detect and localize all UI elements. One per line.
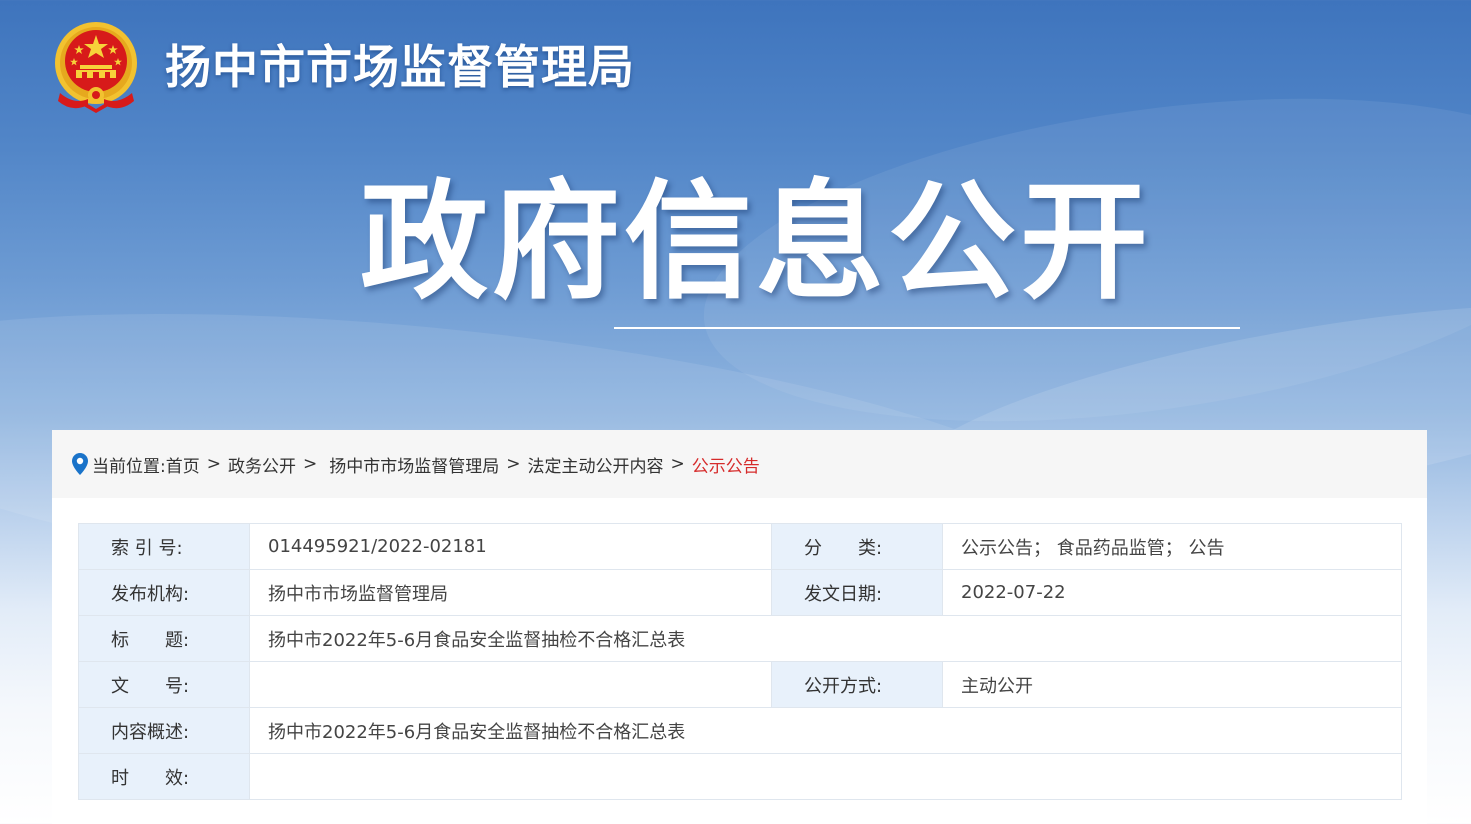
breadcrumb-home-link[interactable]: 首页	[166, 452, 200, 477]
breadcrumb-gov-affairs-link[interactable]: 政务公开	[228, 452, 296, 477]
national-emblem-icon[interactable]	[52, 21, 140, 115]
breadcrumb-separator: >	[670, 454, 685, 474]
breadcrumb-separator: >	[206, 454, 221, 474]
breadcrumb-separator: >	[506, 454, 521, 474]
title-value: 扬中市2022年5-6月食品安全监督抽检不合格汇总表	[249, 615, 1402, 662]
content-panel: 当前位置: 首页 > 政务公开 > 扬中市市场监督管理局 > 法定主动公开内容 …	[52, 430, 1427, 824]
breadcrumb-current-notices[interactable]: 公示公告	[692, 452, 760, 477]
site-header: 扬中市市场监督管理局	[52, 20, 635, 116]
table-row: 文 号: 公开方式: 主动公开	[78, 661, 1402, 708]
document-info-table: 索 引 号: 014495921/2022-02181 分 类: 公示公告； 食…	[78, 523, 1402, 800]
breadcrumb-prefix: 当前位置:	[92, 456, 166, 477]
table-row: 标 题: 扬中市2022年5-6月食品安全监督抽检不合格汇总表	[78, 615, 1402, 662]
category-label: 分 类:	[771, 523, 943, 570]
location-pin-icon	[72, 453, 88, 475]
index-number-label: 索 引 号:	[78, 523, 250, 570]
issue-date-value: 2022-07-22	[942, 569, 1402, 616]
disclosure-mode-value: 主动公开	[942, 661, 1402, 708]
document-number-label: 文 号:	[78, 661, 250, 708]
page-hero-title: 政府信息公开	[360, 168, 1153, 317]
breadcrumb-statutory-content-link[interactable]: 法定主动公开内容	[527, 452, 663, 477]
summary-value: 扬中市2022年5-6月食品安全监督抽检不合格汇总表	[249, 707, 1402, 754]
title-label: 标 题:	[78, 615, 250, 662]
breadcrumb: 当前位置: 首页 > 政务公开 > 扬中市市场监督管理局 > 法定主动公开内容 …	[52, 430, 1427, 498]
table-row: 发布机构: 扬中市市场监督管理局 发文日期: 2022-07-22	[78, 569, 1402, 616]
breadcrumb-separator: >	[302, 454, 318, 474]
document-number-value	[249, 661, 772, 708]
publisher-label: 发布机构:	[78, 569, 250, 616]
validity-value	[249, 753, 1402, 800]
table-row: 索 引 号: 014495921/2022-02181 分 类: 公示公告； 食…	[78, 523, 1402, 570]
disclosure-mode-label: 公开方式:	[771, 661, 943, 708]
hero-underline	[614, 327, 1240, 329]
breadcrumb-bureau-link[interactable]: 扬中市市场监督管理局	[329, 452, 499, 477]
table-row: 时 效:	[78, 753, 1402, 800]
site-title[interactable]: 扬中市市场监督管理局	[165, 31, 635, 97]
index-number-value: 014495921/2022-02181	[249, 523, 772, 570]
publisher-value: 扬中市市场监督管理局	[249, 569, 772, 616]
category-value: 公示公告； 食品药品监管； 公告	[942, 523, 1402, 570]
issue-date-label: 发文日期:	[771, 569, 943, 616]
summary-label: 内容概述:	[78, 707, 250, 754]
validity-label: 时 效:	[78, 753, 250, 800]
table-row: 内容概述: 扬中市2022年5-6月食品安全监督抽检不合格汇总表	[78, 707, 1402, 754]
